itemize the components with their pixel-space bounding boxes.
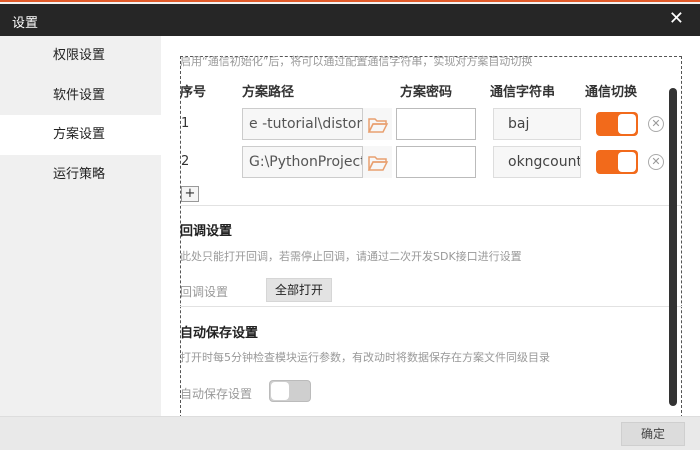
scheme-settings-panel: 启用“通信初始化”后，将可以通过配置通信字符串，实现对方案自动切换 序号 方案路… xyxy=(161,36,700,416)
row-index: 1 xyxy=(181,116,190,131)
open-all-callbacks-button[interactable]: 全部打开 xyxy=(266,278,332,302)
close-icon[interactable]: ✕ xyxy=(669,9,684,29)
window-title: 设置 xyxy=(12,16,39,31)
sidebar: 权限设置 软件设置 方案设置 运行策略 xyxy=(0,36,161,416)
divider xyxy=(180,306,682,307)
row-index: 2 xyxy=(181,154,190,169)
divider xyxy=(180,205,682,206)
toggle-knob xyxy=(618,114,636,134)
sidebar-item-permission[interactable]: 权限设置 xyxy=(0,36,161,76)
sidebar-item-strategy[interactable]: 运行策略 xyxy=(0,155,161,195)
autosave-section-title: 自动保存设置 xyxy=(180,326,259,341)
settings-window: 设置 ✕ 权限设置 软件设置 方案设置 运行策略 启用“通信初始化”后，将可以通… xyxy=(0,0,700,450)
scheme-hint: 启用“通信初始化”后，将可以通过配置通信字符串，实现对方案自动切换 xyxy=(180,55,533,68)
header-comm-switch: 通信切换 xyxy=(585,85,638,100)
scheme-password-input[interactable] xyxy=(396,146,476,178)
sidebar-item-software[interactable]: 软件设置 xyxy=(0,76,161,116)
sidebar-item-scheme[interactable]: 方案设置 xyxy=(0,115,161,155)
header-password: 方案密码 xyxy=(400,85,453,100)
comm-string-input[interactable]: okngcount xyxy=(493,146,581,178)
title-bar: 设置 ✕ xyxy=(0,4,700,36)
confirm-button[interactable]: 确定 xyxy=(621,422,685,446)
folder-open-icon[interactable] xyxy=(362,146,392,178)
footer-bar: 确定 xyxy=(0,416,700,450)
scheme-password-input[interactable] xyxy=(396,108,476,140)
callback-label: 回调设置 xyxy=(180,285,229,299)
header-path: 方案路径 xyxy=(242,85,295,100)
comm-string-input[interactable]: baj xyxy=(493,108,581,140)
autosave-description: 打开时每5分钟检查模块运行参数，有改动时将数据保存在方案文件同级目录 xyxy=(180,351,550,364)
toggle-knob xyxy=(618,152,636,172)
header-comm-string: 通信字符串 xyxy=(490,85,556,100)
scrollbar[interactable] xyxy=(669,88,677,406)
add-row-button[interactable]: + xyxy=(181,186,199,202)
autosave-toggle[interactable] xyxy=(269,380,311,402)
toggle-knob xyxy=(271,382,289,400)
callback-description: 此处只能打开回调，若需停止回调，请通过二次开发SDK接口进行设置 xyxy=(180,250,522,263)
delete-row-icon[interactable]: ✕ xyxy=(648,154,664,170)
folder-open-icon[interactable] xyxy=(362,108,392,140)
header-index: 序号 xyxy=(180,85,207,100)
comm-switch-toggle[interactable] xyxy=(596,112,638,136)
delete-row-icon[interactable]: ✕ xyxy=(648,116,664,132)
autosave-label: 自动保存设置 xyxy=(180,387,253,401)
callback-section-title: 回调设置 xyxy=(180,224,233,239)
comm-switch-toggle[interactable] xyxy=(596,150,638,174)
